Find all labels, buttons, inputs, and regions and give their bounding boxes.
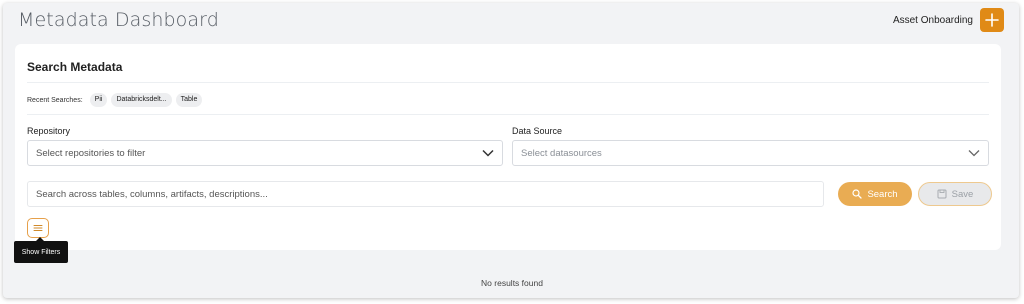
plus-icon bbox=[985, 13, 999, 27]
menu-icon bbox=[33, 225, 43, 231]
repository-placeholder: Select repositories to filter bbox=[36, 147, 146, 159]
no-results-message: No results found bbox=[481, 278, 543, 288]
recent-search-chip[interactable]: Databricksdelt... bbox=[111, 93, 172, 107]
repository-label: Repository bbox=[27, 126, 71, 136]
search-button-label: Search bbox=[867, 188, 898, 200]
data-source-label: Data Source bbox=[512, 126, 563, 136]
recent-searches-label: Recent Searches: bbox=[27, 96, 83, 104]
repository-select[interactable]: Select repositories to filter bbox=[27, 140, 503, 166]
recent-search-chip[interactable]: Table bbox=[175, 93, 203, 107]
show-filters-button[interactable] bbox=[27, 218, 49, 238]
asset-onboarding-button[interactable] bbox=[980, 8, 1004, 32]
save-button-label: Save bbox=[951, 188, 974, 200]
search-input[interactable]: Search across tables, columns, artifacts… bbox=[27, 181, 824, 207]
data-source-select[interactable]: Select datasources bbox=[512, 140, 989, 166]
show-filters-tooltip: Show Filters bbox=[14, 241, 68, 263]
divider bbox=[27, 114, 989, 115]
chevron-down-icon bbox=[482, 149, 494, 157]
asset-onboarding-label[interactable]: Asset Onboarding bbox=[893, 15, 973, 26]
data-source-placeholder: Select datasources bbox=[521, 147, 602, 159]
card-title: Search Metadata bbox=[27, 60, 123, 74]
recent-search-chip[interactable]: Pii bbox=[89, 93, 108, 107]
search-metadata-card: Search Metadata Recent Searches: Pii Dat… bbox=[15, 44, 1001, 250]
chevron-down-icon bbox=[968, 150, 980, 157]
save-button[interactable]: Save bbox=[918, 182, 992, 206]
divider bbox=[27, 82, 989, 83]
search-input-placeholder: Search across tables, columns, artifacts… bbox=[36, 188, 268, 200]
search-button[interactable]: Search bbox=[838, 182, 912, 206]
search-icon bbox=[852, 189, 863, 199]
page-title: Metadata Dashboard bbox=[18, 9, 219, 31]
recent-searches: Recent Searches: Pii Databricksdelt... T… bbox=[27, 93, 203, 107]
save-icon bbox=[937, 189, 947, 199]
